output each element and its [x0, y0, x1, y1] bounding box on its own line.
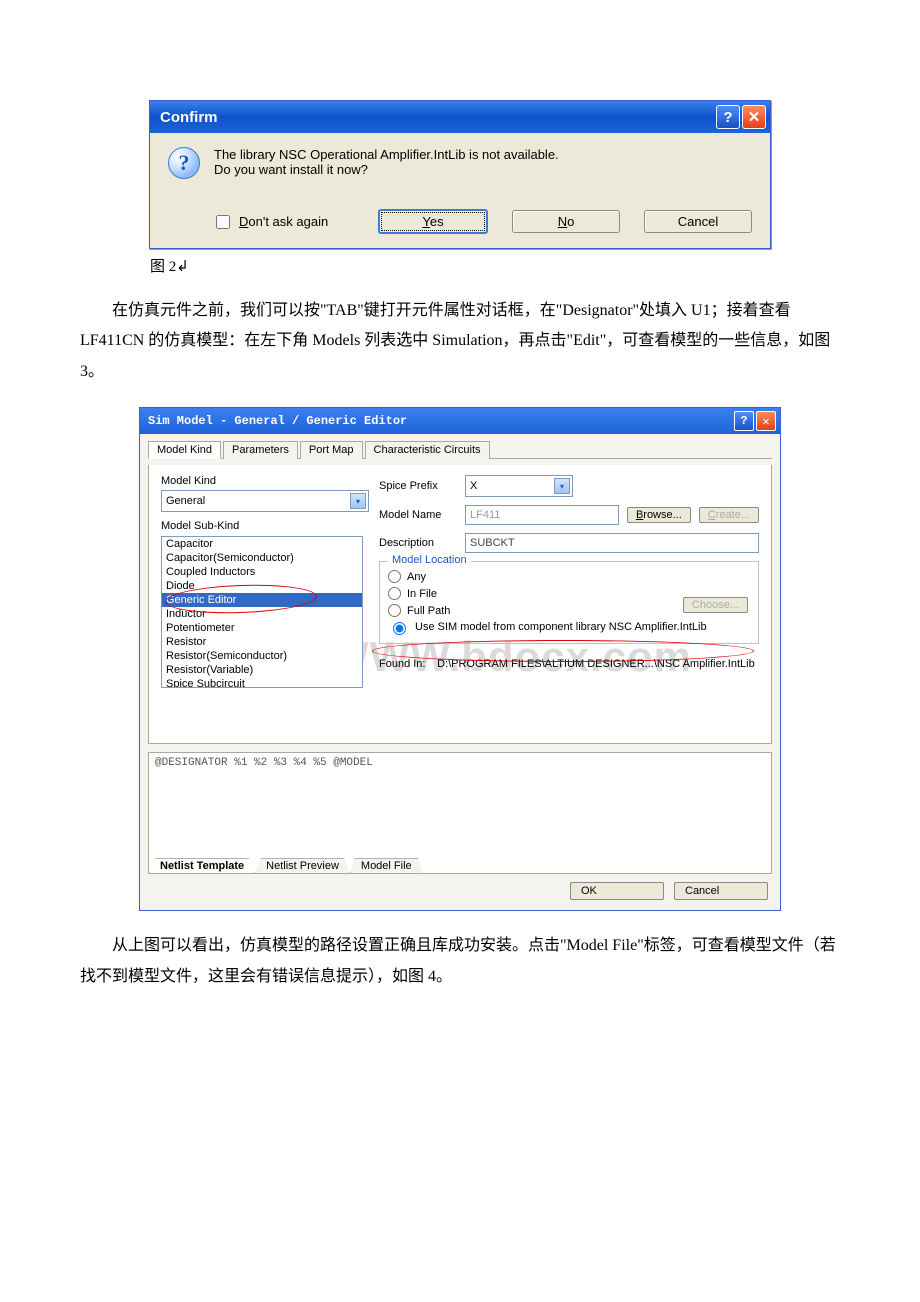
paragraph-1: 在仿真元件之前，我们可以按"TAB"键打开元件属性对话框，在"Designato…	[80, 296, 840, 387]
list-item[interactable]: Resistor(Semiconductor)	[162, 649, 362, 663]
tab-model-kind[interactable]: Model Kind	[148, 441, 221, 459]
sim-titlebar: Sim Model - General / Generic Editor ? ✕	[140, 408, 780, 434]
list-item[interactable]: Resistor	[162, 635, 362, 649]
found-in-value: D:\PROGRAM FILES\ALTIUM DESIGNER...\NSC …	[437, 658, 755, 670]
radio-any[interactable]: Any	[388, 568, 750, 585]
paragraph-2: 从上图可以看出，仿真模型的路径设置正确且库成功安装。点击"Model File"…	[80, 931, 840, 992]
bottom-tabstrip: Netlist Template Netlist Preview Model F…	[149, 858, 423, 874]
choose-button[interactable]: Choose...	[683, 597, 748, 613]
dont-ask-checkbox-input[interactable]	[216, 215, 230, 229]
tab-model-file[interactable]: Model File	[350, 858, 423, 874]
chevron-down-icon: ▾	[554, 478, 570, 494]
model-name-label: Model Name	[379, 509, 457, 521]
spice-prefix-label: Spice Prefix	[379, 480, 457, 492]
model-location-fieldset: Model Location Any In File Full Path Cho…	[379, 561, 759, 644]
cancel-button-2[interactable]: Cancel	[674, 882, 768, 900]
confirm-message-line2: Do you want install it now?	[214, 162, 559, 177]
spice-prefix-select[interactable]: X ▾	[465, 475, 573, 497]
chevron-down-icon: ▾	[350, 493, 366, 509]
model-subkind-listbox[interactable]: Capacitor Capacitor(Semiconductor) Coupl…	[161, 536, 363, 688]
close-icon[interactable]: ✕	[742, 105, 766, 129]
list-item[interactable]: Diode	[162, 579, 362, 593]
list-item[interactable]: Potentiometer	[162, 621, 362, 635]
list-item[interactable]: Generic Editor	[162, 593, 362, 607]
confirm-titlebar: Confirm ? ✕	[150, 101, 770, 133]
confirm-message: The library NSC Operational Amplifier.In…	[214, 147, 559, 177]
model-subkind-label: Model Sub-Kind	[161, 520, 361, 532]
list-item[interactable]: Inductor	[162, 607, 362, 621]
dont-ask-label-rest: on't ask again	[248, 214, 328, 229]
confirm-dialog: Confirm ? ✕ ? The library NSC Operationa…	[149, 100, 771, 249]
question-icon: ?	[168, 147, 200, 179]
model-location-legend: Model Location	[388, 554, 471, 566]
figure-2-caption: 图 2↲	[150, 255, 770, 276]
list-item[interactable]: Capacitor(Semiconductor)	[162, 551, 362, 565]
create-button[interactable]: Create...	[699, 507, 759, 523]
tab-port-map[interactable]: Port Map	[300, 441, 363, 459]
help-icon[interactable]: ?	[716, 105, 740, 129]
model-kind-select[interactable]: General ▾	[161, 490, 369, 512]
model-kind-value: General	[166, 495, 205, 507]
tab-netlist-template[interactable]: Netlist Template	[149, 858, 255, 874]
spice-prefix-value: X	[470, 480, 477, 492]
dont-ask-checkbox[interactable]: Don't ask again	[212, 212, 354, 232]
radio-use-sim[interactable]: Use SIM model from component library NSC…	[388, 619, 750, 635]
confirm-message-line1: The library NSC Operational Amplifier.In…	[214, 147, 559, 162]
model-name-input[interactable]: LF411	[465, 505, 619, 525]
list-item[interactable]: Spice Subcircuit	[162, 677, 362, 688]
list-item[interactable]: Capacitor	[162, 537, 362, 551]
top-tabstrip: Model Kind Parameters Port Map Character…	[148, 440, 772, 459]
ok-button[interactable]: OK	[570, 882, 664, 900]
description-label: Description	[379, 537, 457, 549]
tab-characteristic-circuits[interactable]: Characteristic Circuits	[365, 441, 490, 459]
netlist-template-text: @DESIGNATOR %1 %2 %3 %4 %5 @MODEL	[149, 753, 771, 773]
model-kind-label: Model Kind	[161, 475, 361, 487]
help-icon[interactable]: ?	[734, 411, 754, 431]
description-input[interactable]: SUBCKT	[465, 533, 759, 553]
found-in-label: Found In:	[379, 658, 434, 670]
close-icon[interactable]: ✕	[756, 411, 776, 431]
list-item[interactable]: Coupled Inductors	[162, 565, 362, 579]
browse-button[interactable]: Browse...	[627, 507, 691, 523]
no-button[interactable]: No	[512, 210, 620, 233]
yes-button[interactable]: Yes	[378, 209, 488, 234]
tab-parameters[interactable]: Parameters	[223, 441, 298, 459]
tab-netlist-preview[interactable]: Netlist Preview	[255, 858, 350, 874]
found-in-row: Found In: D:\PROGRAM FILES\ALTIUM DESIGN…	[379, 658, 759, 670]
cancel-button[interactable]: Cancel	[644, 210, 752, 233]
sim-model-dialog: Sim Model - General / Generic Editor ? ✕…	[139, 407, 781, 911]
confirm-title: Confirm	[160, 109, 218, 126]
netlist-area: @DESIGNATOR %1 %2 %3 %4 %5 @MODEL Netlis…	[148, 752, 772, 874]
sim-title: Sim Model - General / Generic Editor	[148, 414, 407, 428]
list-item[interactable]: Resistor(Variable)	[162, 663, 362, 677]
